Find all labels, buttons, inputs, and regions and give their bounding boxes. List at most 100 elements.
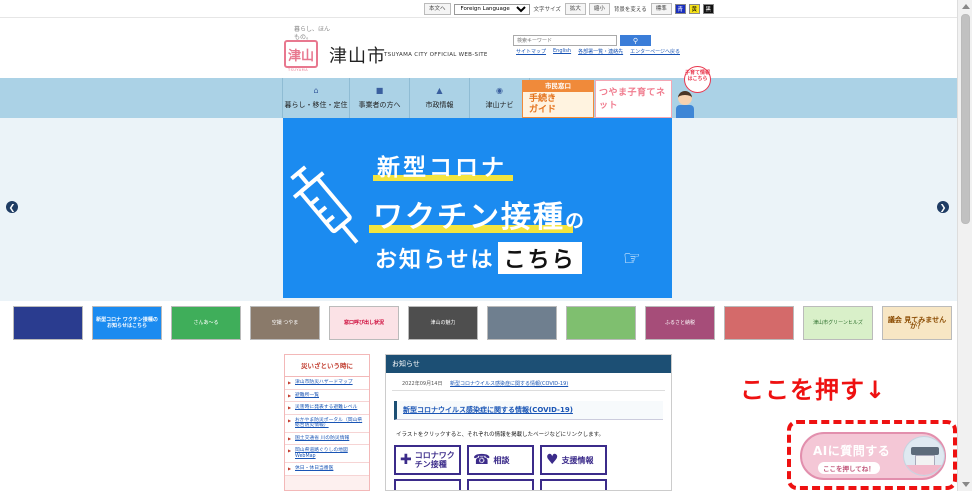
covid-info-link[interactable]: 新型コロナウイルス感染症に関する情報(COVID-19) xyxy=(394,401,663,420)
utility-bar: 本文へ Foreign Language 文字サイズ 拡大 縮小 背景を変える … xyxy=(424,3,714,15)
thumbnail-banner[interactable]: 新型コロナ ワクチン接種のお知らせはこちら xyxy=(92,306,162,340)
thumbnail-banner[interactable]: 窓口呼び出し状況 xyxy=(329,306,399,340)
vaccine-button-label: コロナワクチン接種 xyxy=(414,451,455,469)
sitemap-link[interactable]: サイトマップ xyxy=(516,48,546,55)
covid-description: イラストをクリックすると、それぞれの情報を掲載したページなどにリンクします。 xyxy=(396,432,605,438)
bg-yellow-button[interactable]: 黄 xyxy=(688,4,700,14)
support-button-label: 支援情報 xyxy=(561,455,594,465)
hero-line2: ワクチン接種 の xyxy=(369,192,586,236)
support-info-button[interactable]: ♥ 支援情報 xyxy=(540,445,607,475)
emergency-link[interactable]: 国土交通省 川の防災情報 xyxy=(285,432,369,445)
news-panel: お知らせ 2022年09月14日 新型コロナウイルス感染症に関する情報(COVI… xyxy=(385,354,672,491)
syringe-icon: ✚ xyxy=(400,451,412,468)
chevron-right-icon: ❯ xyxy=(939,202,947,212)
map-pin-icon: ◉ xyxy=(496,85,503,95)
ai-button-title: AIに質問する xyxy=(813,444,891,458)
emergency-link[interactable]: 避難所一覧 xyxy=(285,389,369,402)
bg-standard-button[interactable]: 標準 xyxy=(650,3,672,15)
scroll-down-icon[interactable] xyxy=(962,482,970,487)
castle-image xyxy=(903,436,945,476)
emergency-link[interactable]: 休日・休日当番医 xyxy=(285,463,369,476)
news-item: 2022年09月14日 新型コロナウイルス感染症に関する情報(COVID-19) xyxy=(392,373,665,391)
english-link[interactable]: English xyxy=(553,48,571,55)
kosodate-bubble[interactable]: 子育て情報はこちら xyxy=(684,66,711,93)
search-input[interactable] xyxy=(513,35,617,46)
briefcase-icon: ■ xyxy=(375,85,384,95)
departments-link[interactable]: 各部署一覧・連絡先 xyxy=(578,48,623,55)
carousel-prev-button[interactable]: ❮ xyxy=(6,201,18,213)
annotation-callout: ここを押す↓ xyxy=(740,376,887,404)
quick-links: サイトマップ English 各部署一覧・連絡先 エンターページへ戻る xyxy=(516,48,680,55)
thumbnail-banner[interactable]: 空撮 つやま xyxy=(250,306,320,340)
emergency-link[interactable]: 津山市防災ハザードマップ xyxy=(285,377,369,390)
chevron-left-icon: ❮ xyxy=(8,202,16,212)
thumbnail-banner[interactable] xyxy=(724,306,794,340)
thumbnail-banner[interactable]: さんあ～る xyxy=(171,306,241,340)
building-icon: ▲ xyxy=(436,85,443,95)
shimin-banner-top: 市民窓口 xyxy=(523,81,593,92)
language-select[interactable]: Foreign Language xyxy=(453,3,530,15)
logo-stamp-caption: TSUYAMA xyxy=(288,68,309,72)
nav-tab-label: 暮らし・移住・定住 xyxy=(284,100,348,109)
thumbnail-banner[interactable] xyxy=(487,306,557,340)
banner-thumbnail-strip: 新型コロナ ワクチン接種のお知らせはこちら さんあ～る 空撮 つやま 窓口呼び出… xyxy=(13,306,952,342)
hero-kochira-box: こちら xyxy=(497,242,582,274)
vaccine-button[interactable]: ✚ コロナワクチン接種 xyxy=(394,445,461,475)
enter-page-link[interactable]: エンターページへ戻る xyxy=(630,48,680,55)
covid-button-row-2 xyxy=(386,475,671,490)
ai-question-button[interactable]: AIに質問する ここを押してね！ xyxy=(800,432,946,480)
nav-tab-living[interactable]: ⌂ 暮らし・移住・定住 xyxy=(282,78,350,118)
city-name: 津山市 xyxy=(329,46,386,67)
thumbnail-banner[interactable]: 議会 見てみませんか？ xyxy=(882,306,952,340)
nav-tab-label: 津山ナビ xyxy=(485,100,514,109)
scroll-up-icon[interactable] xyxy=(962,4,970,9)
global-nav: ⌂ 暮らし・移住・定住 ■ 事業者の方へ ▲ 市政情報 ◉ 津山ナビ xyxy=(282,78,530,118)
font-size-label: 文字サイズ xyxy=(533,7,561,13)
search-button[interactable]: ⚲ xyxy=(620,35,651,46)
shimin-banner-main: 手続き ガイド xyxy=(529,94,556,116)
thumbnail-banner[interactable] xyxy=(566,306,636,340)
site-logo[interactable]: 暮らし、ほんもの。 津山 TSUYAMA 津山市 TSUYAMA CITY OF… xyxy=(282,24,497,72)
utility-divider xyxy=(0,17,957,18)
phone-icon: ☎ xyxy=(473,451,491,468)
consultation-button[interactable]: ☎ 相談 xyxy=(467,445,534,475)
covid-button-partial[interactable] xyxy=(467,479,534,490)
thumbnail-banner[interactable] xyxy=(13,306,83,340)
logo-stamp: 津山 xyxy=(284,40,318,68)
nav-tab-government[interactable]: ▲ 市政情報 xyxy=(410,78,470,118)
covid-button-partial[interactable] xyxy=(394,479,461,490)
page-scrollbar[interactable] xyxy=(957,0,972,491)
emergency-panel: 災いざという時に 津山市防災ハザードマップ 避難所一覧 災害時に発表する避難レベ… xyxy=(284,354,370,491)
font-larger-button[interactable]: 拡大 xyxy=(564,3,586,15)
shimin-banner-line2: ガイド xyxy=(529,105,557,115)
thumbnail-banner[interactable]: ふるさと納税 xyxy=(645,306,715,340)
scrollbar-thumb[interactable] xyxy=(961,14,970,224)
nav-tab-navi[interactable]: ◉ 津山ナビ xyxy=(470,78,530,118)
skip-to-content-link[interactable]: 本文へ xyxy=(424,3,451,15)
font-smaller-button[interactable]: 縮小 xyxy=(588,3,610,15)
emergency-link[interactable]: おかやま防災ポータル（岡山県総合防災情報） xyxy=(285,414,369,433)
kosodate-banner-text: つやま子育てネット xyxy=(599,88,666,111)
nav-tab-label: 市政情報 xyxy=(425,100,454,109)
covid-button-row: ✚ コロナワクチン接種 ☎ 相談 ♥ 支援情報 xyxy=(386,438,671,475)
home-icon: ⌂ xyxy=(313,85,319,95)
emergency-link[interactable]: 岡山県道路ぐりしの地図WebMap xyxy=(285,445,369,463)
search-icon: ⚲ xyxy=(632,36,639,45)
news-link[interactable]: 新型コロナウイルス感染症に関する情報(COVID-19) xyxy=(450,381,568,387)
bg-blue-button[interactable]: 青 xyxy=(674,4,686,14)
bg-black-button[interactable]: 黒 xyxy=(702,4,714,14)
syringe-icon xyxy=(290,165,359,244)
thumbnail-banner[interactable]: 津山市グリーンヒルズ xyxy=(803,306,873,340)
hero-banner-vaccine[interactable]: 新型コロナ ワクチン接種 の お知らせは こちら ☞ xyxy=(283,118,672,298)
thumbnail-banner[interactable]: 津山の魅力 xyxy=(408,306,478,340)
carousel-next-button[interactable]: ❯ xyxy=(937,201,949,213)
bg-color-label: 背景を変える xyxy=(613,7,647,13)
support-hands-icon: ♥ xyxy=(546,451,559,468)
covid-button-partial[interactable] xyxy=(540,479,607,490)
emergency-link[interactable]: 災害時に発表する避難レベル xyxy=(285,402,369,415)
browser-viewport: 本文へ Foreign Language 文字サイズ 拡大 縮小 背景を変える … xyxy=(0,0,957,491)
shimin-madoguchi-banner[interactable]: 市民窓口 手続き ガイド xyxy=(522,80,594,118)
nav-tab-business[interactable]: ■ 事業者の方へ xyxy=(350,78,410,118)
kosodate-net-banner[interactable]: つやま子育てネット xyxy=(595,80,672,118)
site-name: TSUYAMA CITY OFFICIAL WEB-SITE xyxy=(384,52,488,58)
